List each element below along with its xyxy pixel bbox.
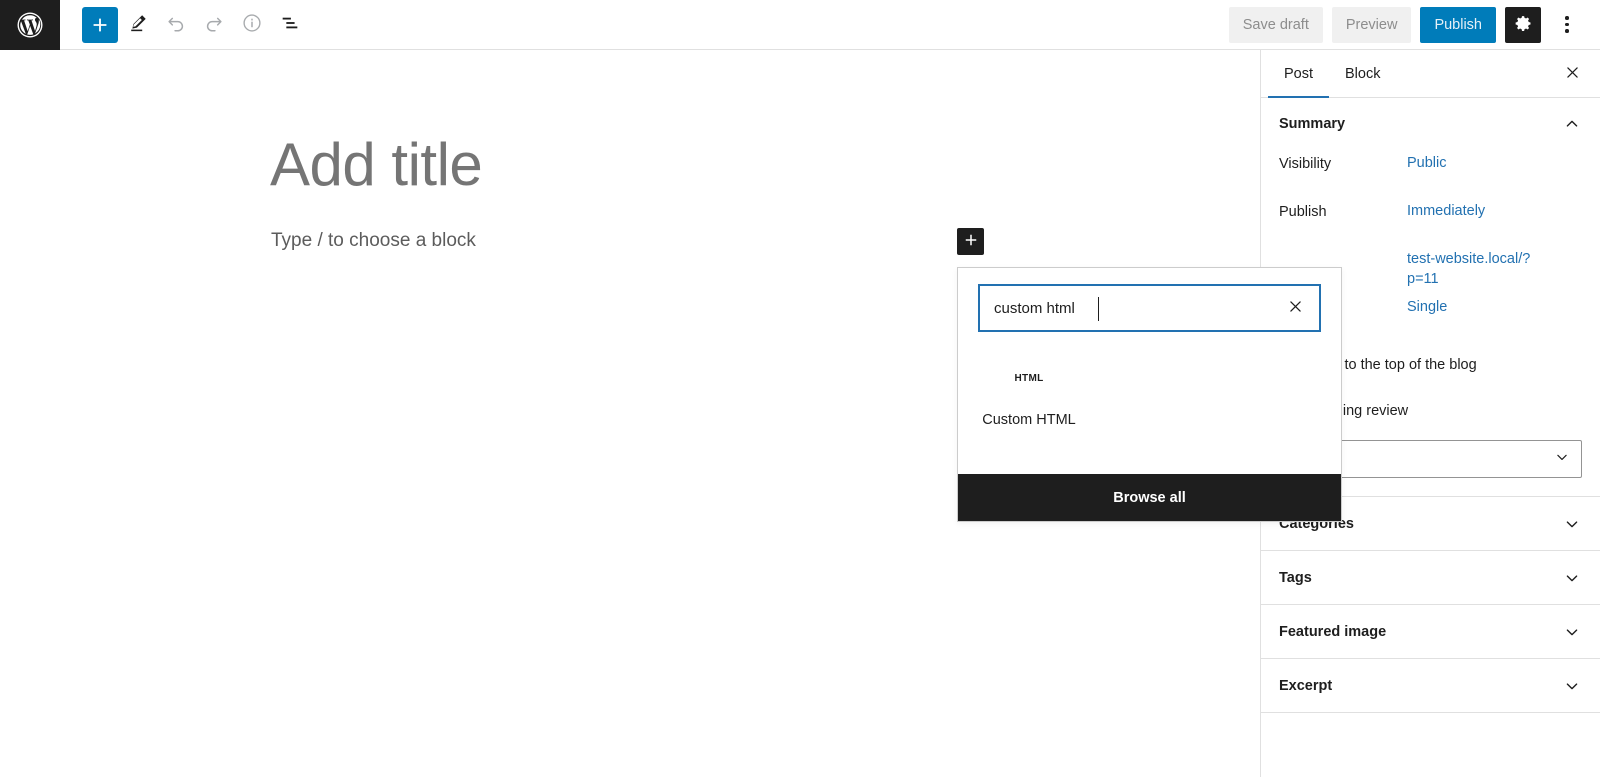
default-block-appender[interactable]: Type / to choose a block: [271, 230, 476, 252]
kebab-menu-icon: [1565, 29, 1569, 33]
plus-icon: [89, 14, 111, 36]
options-menu-button[interactable]: [1550, 7, 1584, 43]
visibility-label: Visibility: [1279, 156, 1332, 172]
publish-label: Publish: [1279, 204, 1327, 220]
close-icon: [1287, 298, 1304, 318]
top-bar-left-tools: [60, 6, 308, 43]
panel-excerpt[interactable]: Excerpt: [1261, 659, 1600, 713]
wordpress-logo-icon[interactable]: [0, 0, 60, 50]
settings-button[interactable]: [1505, 6, 1541, 43]
panel-tags[interactable]: Tags: [1261, 551, 1600, 605]
list-view-icon: [279, 12, 301, 37]
details-button[interactable]: [234, 7, 270, 43]
undo-button[interactable]: [158, 7, 194, 43]
block-search-input[interactable]: [980, 286, 1277, 330]
kebab-menu-icon: [1565, 22, 1569, 27]
visibility-value-button[interactable]: Public: [1407, 154, 1447, 174]
wordpress-block-editor: Save draft Preview Publish Add title Typ…: [0, 0, 1600, 777]
inserter-search-wrap: [958, 268, 1341, 332]
summary-row-visibility: Visibility Public: [1279, 150, 1582, 198]
redo-arrow-icon: [203, 12, 225, 37]
search-field: [978, 284, 1321, 332]
url-label: [1279, 250, 1407, 252]
chevron-down-icon: [1562, 676, 1582, 696]
top-bar-right-actions: Save draft Preview Publish: [1228, 6, 1600, 43]
undo-arrow-icon: [165, 12, 187, 37]
add-block-button[interactable]: [82, 6, 118, 43]
summary-panel-title: Summary: [1279, 116, 1346, 132]
tab-block[interactable]: Block: [1329, 50, 1396, 97]
redo-button[interactable]: [196, 7, 232, 43]
post-title-input[interactable]: Add title: [270, 130, 483, 199]
tools-pencil-button[interactable]: [120, 7, 156, 43]
post-url-button[interactable]: test-website.local/?p=11: [1407, 250, 1557, 289]
publish-date-button[interactable]: Immediately: [1407, 202, 1485, 222]
preview-button[interactable]: Preview: [1331, 6, 1412, 43]
chevron-down-icon: [1553, 448, 1571, 470]
block-type-item-custom-html[interactable]: HTML Custom HTML: [978, 358, 1080, 429]
close-sidebar-button[interactable]: [1554, 56, 1590, 92]
chevron-down-icon: [1562, 514, 1582, 534]
kebab-menu-icon: [1565, 16, 1569, 20]
block-inserter-toggle-button[interactable]: [957, 228, 984, 255]
sidebar-tabs: Post Block: [1261, 50, 1600, 98]
pencil-icon: [127, 12, 149, 37]
list-view-button[interactable]: [272, 7, 308, 43]
gear-icon: [1513, 13, 1534, 37]
block-type-item-label: Custom HTML: [982, 412, 1076, 428]
panel-excerpt-label: Excerpt: [1279, 677, 1333, 694]
chevron-down-icon: [1562, 622, 1582, 642]
template-value-button[interactable]: Single: [1407, 298, 1447, 318]
chevron-down-icon: [1562, 568, 1582, 588]
chevron-up-icon: [1562, 114, 1582, 134]
inserter-results: HTML Custom HTML: [958, 332, 1341, 474]
panel-tags-label: Tags: [1279, 569, 1312, 586]
plus-icon: [962, 231, 980, 252]
panel-featured-image-label: Featured image: [1279, 623, 1387, 640]
info-circle-icon: [241, 12, 263, 37]
summary-row-publish: Publish Immediately: [1279, 198, 1582, 246]
close-icon: [1564, 64, 1581, 84]
save-draft-button[interactable]: Save draft: [1228, 6, 1323, 43]
text-caret: [1098, 297, 1099, 321]
summary-panel-header[interactable]: Summary: [1261, 98, 1600, 150]
editor-top-bar: Save draft Preview Publish: [0, 0, 1600, 50]
block-inserter-popover: HTML Custom HTML Browse all: [957, 267, 1342, 522]
panel-featured-image[interactable]: Featured image: [1261, 605, 1600, 659]
browse-all-button[interactable]: Browse all: [958, 474, 1341, 521]
publish-button[interactable]: Publish: [1420, 6, 1496, 43]
tab-post[interactable]: Post: [1268, 50, 1330, 98]
clear-search-button[interactable]: [1277, 290, 1313, 326]
html-block-icon: HTML: [1014, 372, 1044, 384]
